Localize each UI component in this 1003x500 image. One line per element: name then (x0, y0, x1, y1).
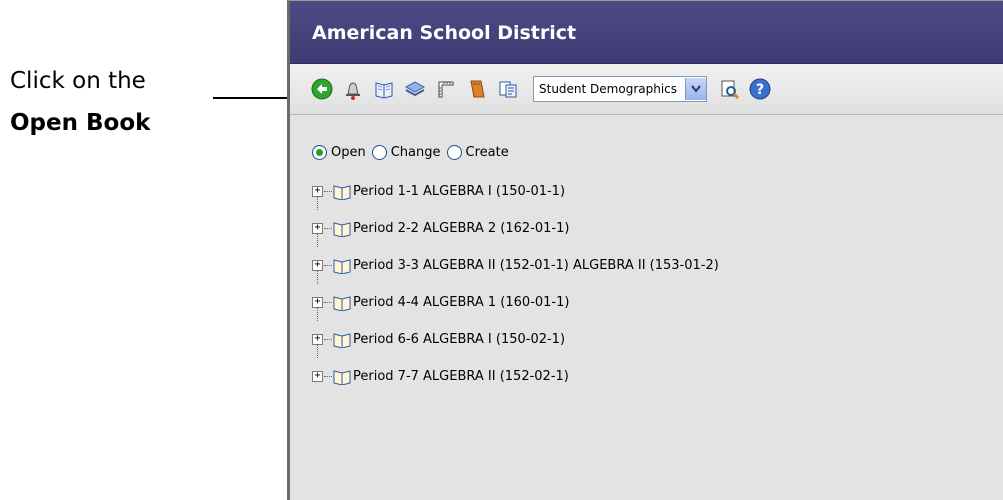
tree-connector (324, 265, 332, 266)
layers-icon[interactable] (403, 77, 427, 101)
report-select-value: Student Demographics (539, 82, 678, 96)
tree-connector (324, 302, 332, 303)
period-tree: + Period 1-1 ALGEBRA I (150-01-1) + Peri… (312, 173, 1003, 395)
tree-connector (317, 307, 318, 321)
report-select[interactable]: Student Demographics (533, 76, 708, 102)
tree-node-label: Period 7-7 ALGEBRA II (152-02-1) (353, 369, 569, 384)
gradebook-icon[interactable] (465, 77, 489, 101)
tree-connector (324, 228, 332, 229)
annotation-text: Click on the (10, 68, 146, 94)
tree-node-label: Period 4-4 ALGEBRA 1 (160-01-1) (353, 295, 570, 310)
radio-change-indicator[interactable] (371, 144, 387, 160)
copy-icon[interactable] (496, 77, 520, 101)
tree-connector (317, 196, 318, 210)
app-window: American School District Student Demogra… (287, 0, 1003, 500)
tree-connector (324, 339, 332, 340)
annotation-callout: Click on the Open Book (10, 60, 150, 144)
tree-connector (317, 233, 318, 247)
radio-open[interactable]: Open (312, 144, 366, 160)
ruler-icon[interactable] (434, 77, 458, 101)
open-book-icon[interactable] (372, 77, 396, 101)
radio-open-indicator[interactable] (312, 144, 327, 160)
back-arrow-icon[interactable] (310, 77, 334, 101)
tree-node[interactable]: + Period 6-6 ALGEBRA I (150-02-1) (312, 307, 1003, 358)
tree-node-label: Period 6-6 ALGEBRA I (150-02-1) (353, 332, 566, 347)
mode-radio-group: Open Change Create (312, 141, 1003, 163)
tree-connector (317, 344, 318, 358)
book-icon (333, 258, 351, 274)
tree-node-label: Period 1-1 ALGEBRA I (150-01-1) (353, 184, 566, 199)
tree-node-label: Period 3-3 ALGEBRA II (152-01-1) ALGEBRA… (353, 258, 719, 273)
window-title: American School District (290, 1, 1003, 64)
radio-create[interactable]: Create (446, 144, 509, 160)
radio-change[interactable]: Change (371, 144, 441, 160)
book-icon (333, 295, 351, 311)
toolbar: Student Demographics ? (290, 64, 1003, 115)
help-icon[interactable]: ? (748, 77, 772, 101)
tree-node[interactable]: + Period 7-7 ALGEBRA II (152-02-1) (312, 344, 1003, 395)
tree-node[interactable]: + Period 4-4 ALGEBRA 1 (160-01-1) (312, 270, 1003, 321)
tree-node-label: Period 2-2 ALGEBRA 2 (162-01-1) (353, 221, 570, 236)
content-area: Open Change Create + Period 1-1 ALGEBRA … (290, 115, 1003, 395)
bell-icon[interactable] (341, 77, 365, 101)
tree-node[interactable]: + Period 2-2 ALGEBRA 2 (162-01-1) (312, 196, 1003, 247)
tree-connector (324, 376, 332, 377)
radio-create-indicator[interactable] (446, 144, 462, 160)
radio-open-label: Open (331, 144, 366, 160)
radio-change-label: Change (390, 144, 441, 160)
tree-connector (317, 270, 318, 284)
book-icon (333, 369, 351, 385)
print-preview-icon[interactable] (717, 77, 741, 101)
expand-icon[interactable]: + (312, 371, 323, 382)
annotation-arrow (213, 97, 298, 99)
radio-create-label: Create (465, 144, 509, 160)
book-icon (333, 332, 351, 348)
book-icon (333, 184, 351, 200)
annotation-emphasis: Open Book (10, 110, 151, 136)
svg-text:?: ? (756, 82, 764, 98)
book-icon (333, 221, 351, 237)
tree-node[interactable]: + Period 3-3 ALGEBRA II (152-01-1) ALGEB… (312, 233, 1003, 284)
tree-node[interactable]: + Period 1-1 ALGEBRA I (150-01-1) (312, 173, 1003, 210)
chevron-down-icon[interactable] (685, 78, 707, 100)
tree-connector (324, 191, 332, 192)
